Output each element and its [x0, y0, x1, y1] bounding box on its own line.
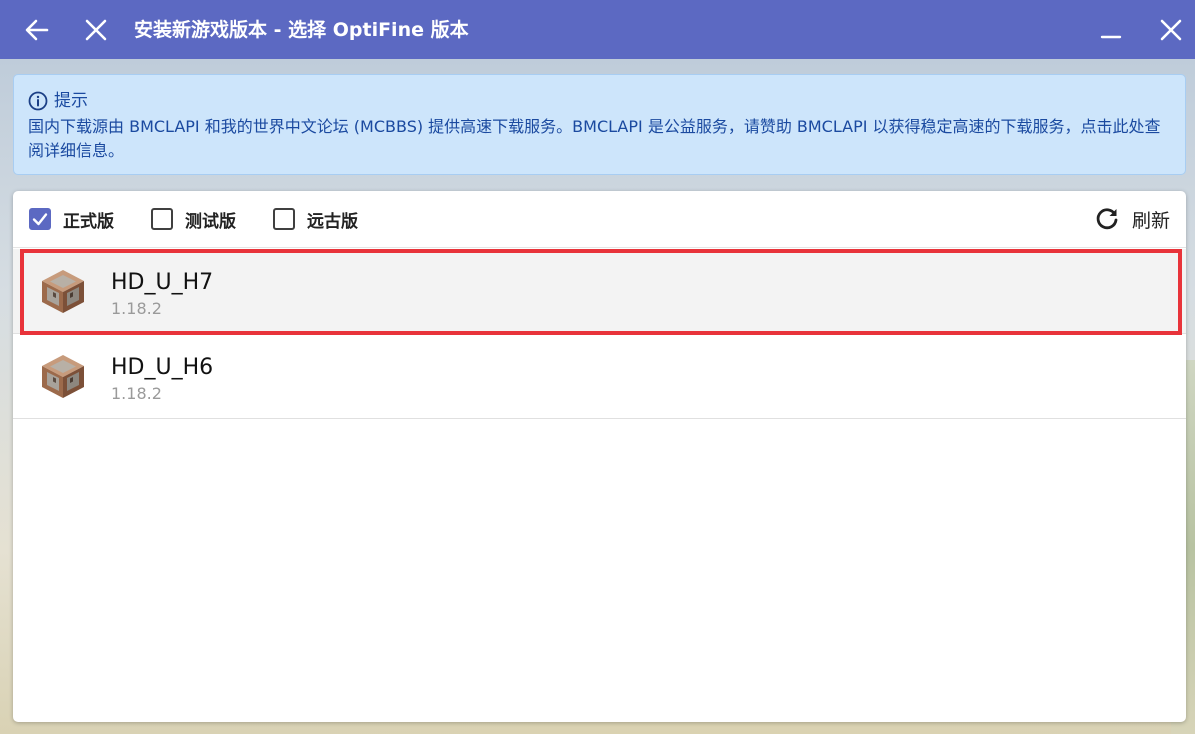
refresh-icon	[1096, 208, 1118, 230]
refresh-button[interactable]: 刷新	[1094, 205, 1170, 233]
hint-heading: 提示	[54, 91, 88, 111]
minimize-icon[interactable]	[1094, 13, 1128, 47]
snapshot-checkbox[interactable]: 测试版	[151, 205, 236, 233]
close-icon[interactable]	[79, 13, 113, 47]
title-bar: 安装新游戏版本 - 选择 OptiFine 版本	[0, 0, 1195, 59]
version-name: HD_U_H6	[111, 355, 214, 380]
checkbox-empty-icon	[273, 208, 295, 230]
checkbox-checked-icon	[29, 208, 51, 230]
command-block-icon	[39, 352, 87, 400]
refresh-label: 刷新	[1131, 209, 1170, 232]
hint-heading-row: 提示	[28, 89, 1171, 113]
arrow-left-icon[interactable]	[20, 13, 54, 47]
window-close-icon[interactable]	[1154, 13, 1188, 47]
release-checkbox[interactable]: 正式版	[29, 205, 114, 233]
checkbox-empty-icon	[151, 208, 173, 230]
old-checkbox[interactable]: 远古版	[273, 205, 358, 233]
game-version: 1.18.2	[111, 299, 162, 318]
command-block-icon	[39, 267, 87, 315]
release-label: 正式版	[63, 211, 114, 232]
hint-card[interactable]: 提示 国内下载源由 BMCLAPI 和我的世界中文论坛 (MCBBS) 提供高速…	[13, 74, 1186, 175]
filter-bar: 正式版 测试版 远古版 刷新	[13, 191, 1186, 248]
snapshot-label: 测试版	[185, 211, 236, 232]
version-name: HD_U_H7	[111, 270, 214, 295]
version-list-card: 正式版 测试版 远古版 刷新 HD_U_H7 1.18.2 HD_U_H6 1.…	[13, 191, 1186, 722]
version-row[interactable]: HD_U_H6 1.18.2	[13, 334, 1186, 419]
old-label: 远古版	[307, 211, 358, 232]
game-version: 1.18.2	[111, 384, 162, 403]
hint-body[interactable]: 国内下载源由 BMCLAPI 和我的世界中文论坛 (MCBBS) 提供高速下载服…	[28, 115, 1171, 163]
info-icon	[28, 91, 48, 111]
version-row[interactable]: HD_U_H7 1.18.2	[13, 249, 1186, 334]
window-title: 安装新游戏版本 - 选择 OptiFine 版本	[134, 19, 469, 41]
